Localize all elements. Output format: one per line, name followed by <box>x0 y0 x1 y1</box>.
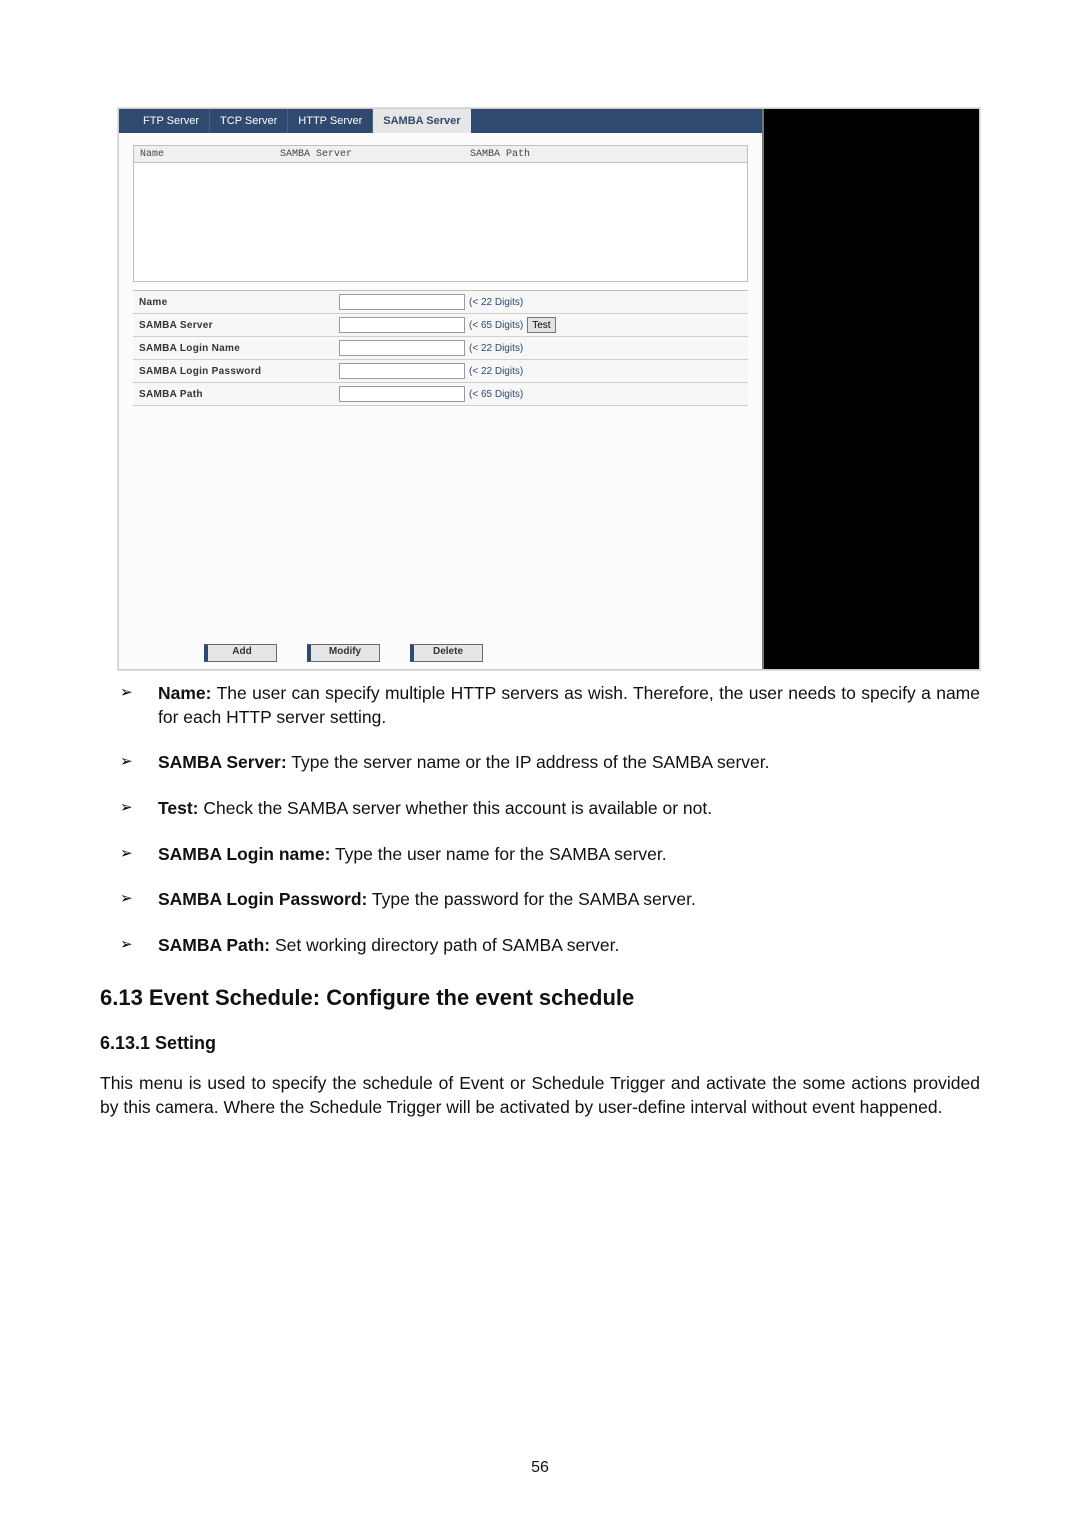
input-name[interactable] <box>339 294 465 310</box>
bullet-login-password-bold: SAMBA Login Password: <box>158 889 367 909</box>
bullet-name-bold: Name: <box>158 683 212 703</box>
label-name: Name <box>133 297 339 308</box>
action-button-bar: Add Modify Delete <box>204 644 483 662</box>
server-tabs: FTP Server TCP Server HTTP Server SAMBA … <box>119 109 762 133</box>
bullet-name: Name: The user can specify multiple HTTP… <box>118 682 980 729</box>
input-login-name[interactable] <box>339 340 465 356</box>
section-paragraph: This menu is used to specify the schedul… <box>100 1072 980 1119</box>
add-button[interactable]: Add <box>204 644 277 662</box>
bullet-test: Test: Check the SAMBA server whether thi… <box>118 797 980 821</box>
section-heading: 6.13 Event Schedule: Configure the event… <box>100 985 980 1011</box>
config-panel: FTP Server TCP Server HTTP Server SAMBA … <box>119 109 764 669</box>
input-login-password[interactable] <box>339 363 465 379</box>
col-server: SAMBA Server <box>280 149 470 160</box>
input-samba-path[interactable] <box>339 386 465 402</box>
row-samba-path: SAMBA Path (< 65 Digits) <box>133 383 748 406</box>
bullet-test-text: Check the SAMBA server whether this acco… <box>199 798 713 818</box>
input-samba-server[interactable] <box>339 317 465 333</box>
page-number: 56 <box>0 1459 1080 1477</box>
label-samba-path: SAMBA Path <box>133 389 339 400</box>
hint-login-name: (< 22 Digits) <box>469 343 523 354</box>
bullet-login-name: SAMBA Login name: Type the user name for… <box>118 843 980 867</box>
bullet-login-password: SAMBA Login Password: Type the password … <box>118 888 980 912</box>
samba-server-config-screenshot: FTP Server TCP Server HTTP Server SAMBA … <box>118 108 980 670</box>
delete-button[interactable]: Delete <box>410 644 483 662</box>
bullet-login-password-text: Type the password for the SAMBA server. <box>367 889 695 909</box>
label-samba-server: SAMBA Server <box>133 320 339 331</box>
row-name: Name (< 22 Digits) <box>133 291 748 314</box>
row-login-password: SAMBA Login Password (< 22 Digits) <box>133 360 748 383</box>
col-name: Name <box>134 149 280 160</box>
bullet-samba-path: SAMBA Path: Set working directory path o… <box>118 934 980 958</box>
row-samba-server: SAMBA Server (< 65 Digits) Test <box>133 314 748 337</box>
test-button[interactable]: Test <box>527 317 555 333</box>
tab-samba-server[interactable]: SAMBA Server <box>373 109 470 133</box>
bullet-samba-server-text: Type the server name or the IP address o… <box>287 752 770 772</box>
server-list-body[interactable] <box>133 163 748 282</box>
hint-name: (< 22 Digits) <box>469 297 523 308</box>
samba-form: Name (< 22 Digits) SAMBA Server (< 65 Di… <box>133 290 748 406</box>
bullet-name-text: The user can specify multiple HTTP serve… <box>158 683 980 727</box>
tab-tcp-server[interactable]: TCP Server <box>210 109 288 133</box>
col-path: SAMBA Path <box>470 149 747 160</box>
tab-ftp-server[interactable]: FTP Server <box>133 109 210 133</box>
tab-http-server[interactable]: HTTP Server <box>288 109 373 133</box>
bullet-samba-path-text: Set working directory path of SAMBA serv… <box>270 935 619 955</box>
hint-login-password: (< 22 Digits) <box>469 366 523 377</box>
subsection-heading: 6.13.1 Setting <box>100 1033 980 1054</box>
bullet-samba-server-bold: SAMBA Server: <box>158 752 287 772</box>
hint-samba-path: (< 65 Digits) <box>469 389 523 400</box>
bullet-samba-path-bold: SAMBA Path: <box>158 935 270 955</box>
bullet-samba-server: SAMBA Server: Type the server name or th… <box>118 751 980 775</box>
bullet-login-name-bold: SAMBA Login name: <box>158 844 330 864</box>
document-body: Name: The user can specify multiple HTTP… <box>118 682 980 957</box>
bullet-test-bold: Test: <box>158 798 199 818</box>
label-login-name: SAMBA Login Name <box>133 343 339 354</box>
hint-samba-server: (< 65 Digits) <box>469 320 523 331</box>
label-login-password: SAMBA Login Password <box>133 366 339 377</box>
bullet-login-name-text: Type the user name for the SAMBA server. <box>330 844 666 864</box>
modify-button[interactable]: Modify <box>307 644 380 662</box>
server-list-header: Name SAMBA Server SAMBA Path <box>133 145 748 163</box>
row-login-name: SAMBA Login Name (< 22 Digits) <box>133 337 748 360</box>
